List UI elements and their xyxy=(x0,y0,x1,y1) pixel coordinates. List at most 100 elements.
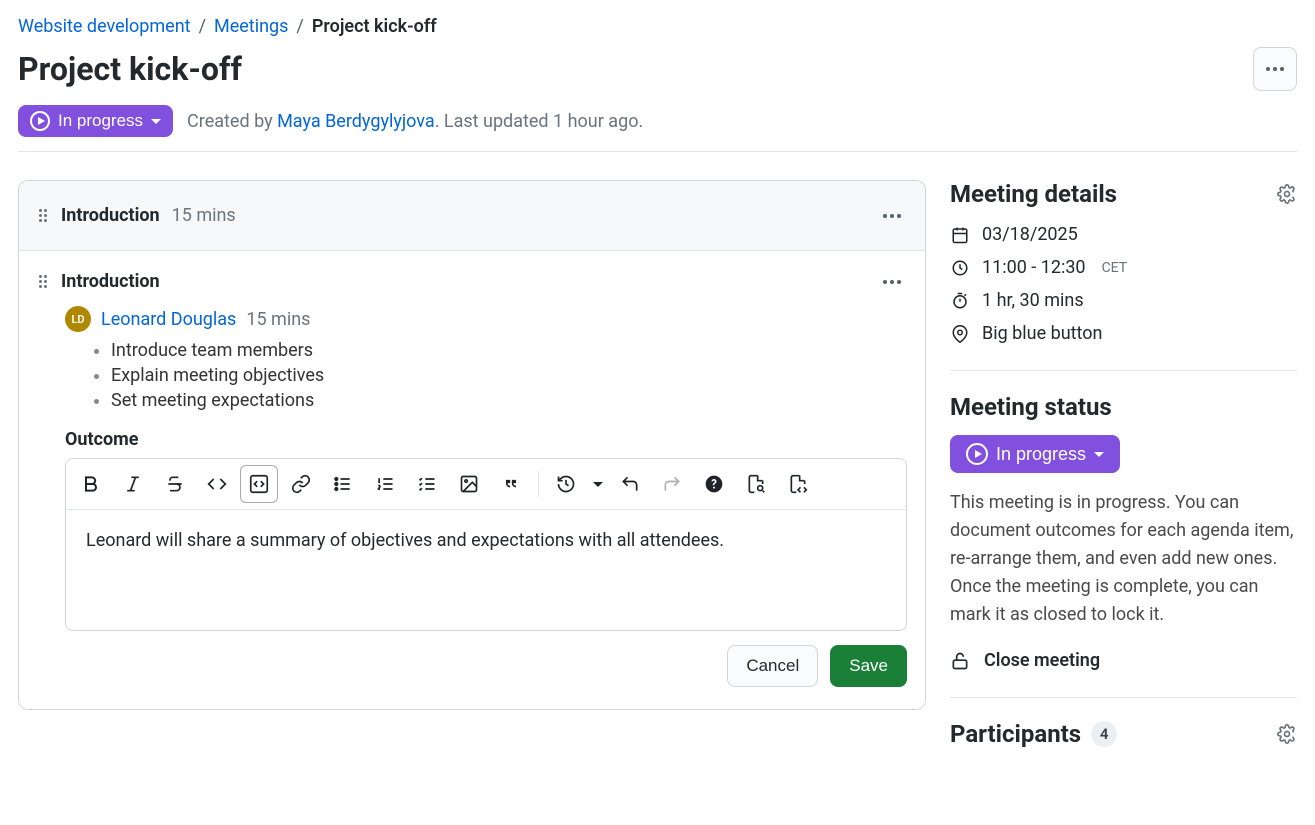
stopwatch-icon xyxy=(950,291,970,311)
redo-icon xyxy=(662,474,682,494)
code-block-button[interactable] xyxy=(240,465,278,503)
numbered-list-button[interactable] xyxy=(366,465,404,503)
italic-icon xyxy=(123,474,143,494)
chevron-down-icon xyxy=(1094,452,1104,457)
outcome-heading: Outcome xyxy=(65,429,907,450)
link-icon xyxy=(291,474,311,494)
history-icon xyxy=(556,474,576,494)
history-dropdown[interactable] xyxy=(589,465,607,503)
list-item: Set meeting expectations xyxy=(111,390,907,411)
creator-link[interactable]: Maya Berdygylyjova xyxy=(277,111,435,132)
save-button[interactable]: Save xyxy=(830,645,907,687)
editor-toolbar xyxy=(66,459,906,510)
meta-created: Created by Maya Berdygylyjova. Last upda… xyxy=(187,111,643,132)
divider xyxy=(950,370,1297,371)
presenter-link[interactable]: Leonard Douglas xyxy=(101,309,236,330)
gear-icon[interactable] xyxy=(1277,724,1297,744)
gear-icon[interactable] xyxy=(1277,184,1297,204)
meeting-status-heading: Meeting status xyxy=(950,393,1297,421)
redo-button[interactable] xyxy=(653,465,691,503)
task-list-icon xyxy=(417,474,437,494)
image-button[interactable] xyxy=(450,465,488,503)
outcome-textarea[interactable]: Leonard will share a summary of objectiv… xyxy=(66,510,906,630)
chevron-down-icon xyxy=(151,119,161,124)
breadcrumb-link-project[interactable]: Website development xyxy=(18,16,191,37)
cancel-button[interactable]: Cancel xyxy=(727,645,818,687)
agenda-header-duration: 15 mins xyxy=(172,205,236,226)
help-icon xyxy=(704,474,724,494)
rich-text-editor: Leonard will share a summary of objectiv… xyxy=(65,458,907,631)
link-button[interactable] xyxy=(282,465,320,503)
page-title: Project kick-off xyxy=(18,50,1253,88)
play-circle-icon xyxy=(30,111,50,131)
bullet-list-icon xyxy=(333,474,353,494)
breadcrumb-current: Project kick-off xyxy=(312,16,437,37)
divider xyxy=(950,697,1297,698)
chevron-down-icon xyxy=(593,482,603,487)
location-icon xyxy=(950,324,970,344)
history-button[interactable] xyxy=(547,465,585,503)
agenda-header-title: Introduction xyxy=(61,205,160,226)
ellipsis-icon xyxy=(1266,67,1284,71)
list-item: Introduce team members xyxy=(111,340,907,361)
inline-code-button[interactable] xyxy=(198,465,236,503)
meeting-duration: 1 hr, 30 mins xyxy=(950,290,1297,311)
quote-button[interactable] xyxy=(492,465,530,503)
agenda-header-more[interactable] xyxy=(877,208,907,224)
avatar: LD xyxy=(65,306,91,332)
task-list-button[interactable] xyxy=(408,465,446,503)
meeting-date: 03/18/2025 xyxy=(950,224,1297,245)
agenda-card: Introduction 15 mins Introduction xyxy=(18,180,926,710)
participants-heading: Participants 4 xyxy=(950,720,1277,748)
breadcrumb-link-meetings[interactable]: Meetings xyxy=(214,16,288,37)
breadcrumb-separator: / xyxy=(296,16,303,37)
undo-icon xyxy=(620,474,640,494)
participants-count-badge: 4 xyxy=(1091,721,1117,747)
status-label: In progress xyxy=(996,444,1086,465)
image-icon xyxy=(459,474,479,494)
agenda-bullets: Introduce team members Explain meeting o… xyxy=(93,340,907,411)
preview-button[interactable] xyxy=(737,465,775,503)
undo-button[interactable] xyxy=(611,465,649,503)
quote-icon xyxy=(501,474,521,494)
status-description: This meeting is in progress. You can doc… xyxy=(950,489,1297,628)
agenda-header: Introduction 15 mins xyxy=(19,181,925,251)
bold-button[interactable] xyxy=(72,465,110,503)
source-button[interactable] xyxy=(779,465,817,503)
status-label: In progress xyxy=(58,111,143,131)
status-dropdown-side[interactable]: In progress xyxy=(950,435,1120,473)
drag-handle-icon[interactable] xyxy=(37,207,49,225)
status-dropdown[interactable]: In progress xyxy=(18,105,173,137)
calendar-icon xyxy=(950,225,970,245)
play-circle-icon xyxy=(966,443,988,465)
clock-icon xyxy=(950,258,970,278)
bold-icon xyxy=(81,474,101,494)
drag-handle-icon[interactable] xyxy=(37,273,49,291)
code-icon xyxy=(207,474,227,494)
bullet-list-button[interactable] xyxy=(324,465,362,503)
numbered-list-icon xyxy=(375,474,395,494)
close-meeting-button[interactable]: Close meeting xyxy=(950,650,1297,671)
meeting-location: Big blue button xyxy=(950,323,1297,344)
italic-button[interactable] xyxy=(114,465,152,503)
ellipsis-icon xyxy=(883,280,901,284)
meeting-time: 11:00 - 12:30 CET xyxy=(950,257,1297,278)
list-item: Explain meeting objectives xyxy=(111,365,907,386)
strikethrough-icon xyxy=(165,474,185,494)
ellipsis-icon xyxy=(883,214,901,218)
file-preview-icon xyxy=(746,474,766,494)
strikethrough-button[interactable] xyxy=(156,465,194,503)
unlock-icon xyxy=(950,651,970,671)
help-button[interactable] xyxy=(695,465,733,503)
code-block-icon xyxy=(248,473,270,495)
toolbar-separator xyxy=(538,471,539,497)
agenda-body-title: Introduction xyxy=(61,271,160,292)
presenter-duration: 15 mins xyxy=(246,309,310,330)
page-more-button[interactable] xyxy=(1253,47,1297,91)
timezone-label: CET xyxy=(1102,260,1128,276)
breadcrumb-separator: / xyxy=(199,16,206,37)
meeting-details-heading: Meeting details xyxy=(950,180,1277,208)
agenda-body-more[interactable] xyxy=(877,274,907,290)
file-code-icon xyxy=(788,474,808,494)
breadcrumb: Website development / Meetings / Project… xyxy=(18,16,1297,37)
